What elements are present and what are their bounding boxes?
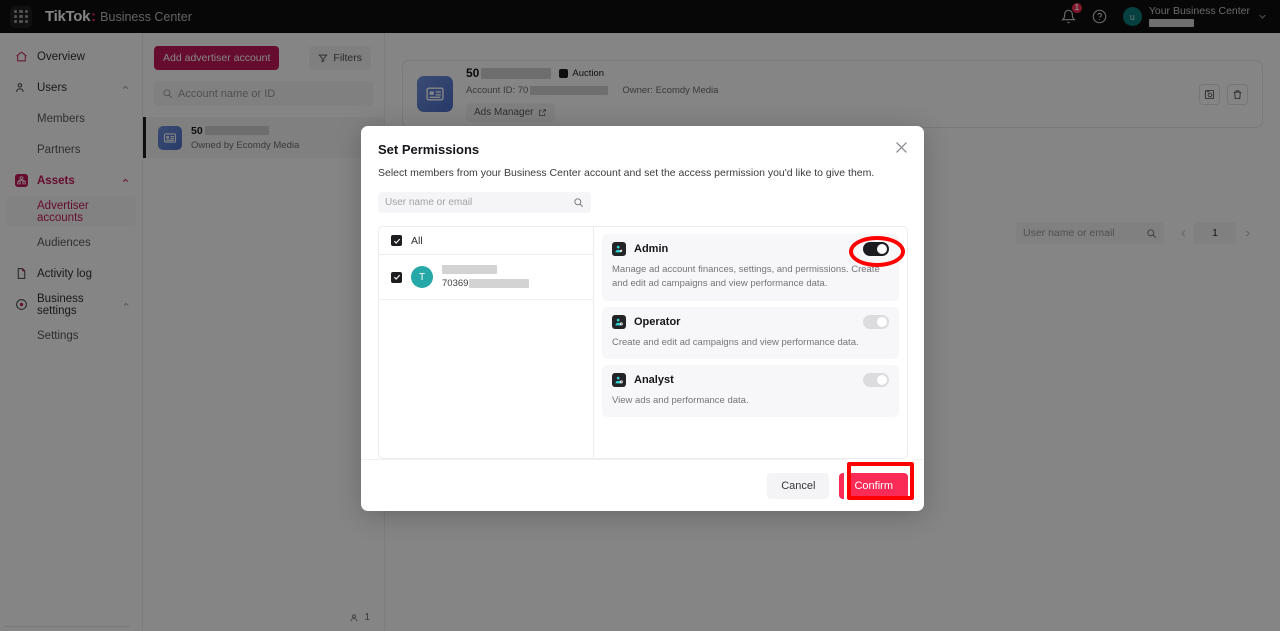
dialog-description: Select members from your Business Center… [378, 167, 874, 179]
role-name: Admin [634, 243, 668, 255]
member-info: 70369 [442, 265, 529, 289]
toggle-knob [877, 317, 887, 327]
set-permissions-dialog: Set Permissions Select members from your… [361, 126, 924, 511]
toggle-knob [877, 244, 887, 254]
list-item-member[interactable]: T 70369 [379, 255, 593, 300]
redacted-member-id [469, 279, 529, 288]
select-all-row[interactable]: All [379, 227, 593, 255]
role-header: Analyst [612, 373, 889, 387]
checkbox-member[interactable] [391, 272, 402, 283]
role-description: Create and edit ad campaigns and view pe… [612, 336, 889, 350]
role-header: Operator [612, 315, 889, 329]
role-header: Admin [612, 242, 889, 256]
member-id-prefix: 70369 [442, 278, 468, 289]
role-name: Analyst [634, 374, 674, 386]
dialog-footer: Cancel Confirm [361, 459, 924, 511]
operator-role-icon [612, 315, 626, 329]
checkbox-all[interactable] [391, 235, 402, 246]
role-description: View ads and performance data. [612, 394, 889, 408]
redacted-member-name [442, 265, 497, 274]
confirm-button[interactable]: Confirm [839, 473, 908, 499]
toggle-analyst[interactable] [863, 373, 889, 387]
select-all-label: All [411, 235, 423, 247]
role-card-operator: Operator Create and edit ad campaigns an… [602, 307, 899, 359]
app-root: TikTok : Business Center 1 u Your Busine… [0, 0, 1280, 631]
user-search-input[interactable]: User name or email [378, 192, 591, 213]
role-description: Manage ad account finances, settings, an… [612, 263, 889, 292]
admin-role-icon [612, 242, 626, 256]
toggle-admin[interactable] [863, 242, 889, 256]
close-icon[interactable] [893, 139, 910, 156]
role-card-admin: Admin Manage ad account finances, settin… [602, 234, 899, 301]
cancel-button[interactable]: Cancel [767, 473, 829, 499]
toggle-operator[interactable] [863, 315, 889, 329]
role-permissions-pane: Admin Manage ad account finances, settin… [593, 226, 908, 459]
dialog-title: Set Permissions [378, 142, 479, 157]
role-card-analyst: Analyst View ads and performance data. [602, 365, 899, 417]
dialog-panes: All T 70369 [378, 226, 908, 459]
member-select-pane: All T 70369 [378, 226, 593, 459]
search-icon [573, 197, 584, 208]
analyst-role-icon [612, 373, 626, 387]
avatar: T [411, 266, 433, 288]
user-search-placeholder: User name or email [385, 197, 472, 208]
toggle-knob [877, 375, 887, 385]
member-id: 70369 [442, 278, 529, 289]
role-name: Operator [634, 316, 680, 328]
